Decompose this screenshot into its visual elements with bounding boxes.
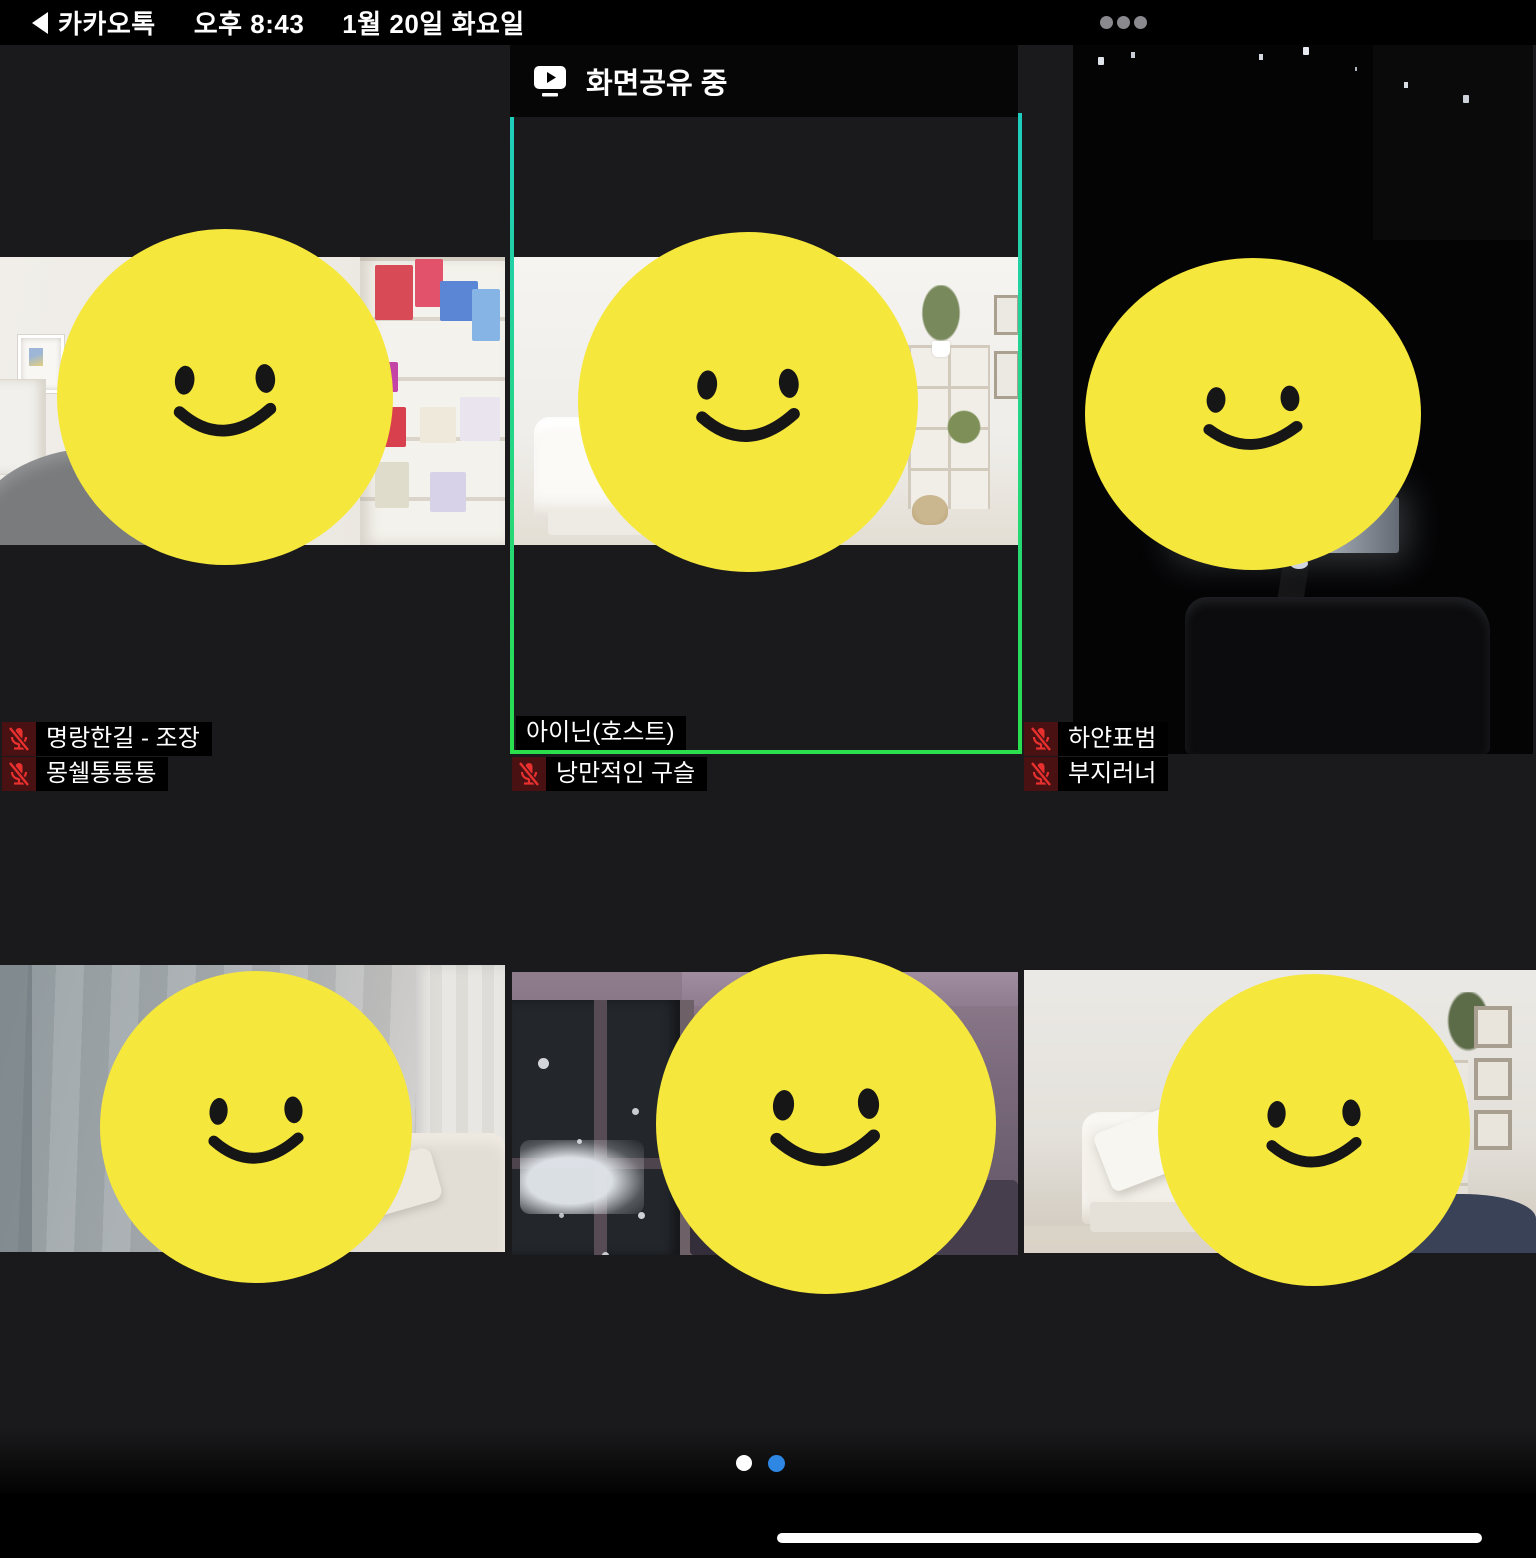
smiley-face-sticker	[656, 954, 996, 1294]
dot	[1100, 16, 1113, 29]
back-to-app-breadcrumb[interactable]: 카카오톡	[32, 4, 156, 41]
smiley-face-sticker	[1085, 258, 1421, 570]
page-dot-inactive[interactable]	[736, 1455, 752, 1471]
page-indicator[interactable]	[736, 1450, 796, 1476]
page-dot-active[interactable]	[768, 1455, 785, 1472]
mic-muted-icon	[2, 722, 36, 756]
video-call-gallery-screen: 카카오톡 오후 8:43 1월 20일 화요일	[0, 0, 1536, 1558]
decor-plant	[944, 407, 984, 447]
screen-share-banner[interactable]: 화면공유 중	[510, 45, 1018, 117]
decor-wall-shadow	[0, 965, 32, 1252]
mic-muted-icon	[2, 757, 36, 791]
decor-wall-frames	[994, 295, 1018, 413]
decor-car-silhouette	[1185, 597, 1490, 754]
status-bar: 카카오톡 오후 8:43 1월 20일 화요일	[0, 0, 1536, 45]
participant-name: 부지러너	[1058, 757, 1168, 791]
mic-muted-icon	[1024, 757, 1058, 791]
participant-label: 몽쉘통통통	[2, 757, 168, 791]
participant-label: 명랑한길 - 조장	[2, 722, 212, 756]
decor-window-lights	[1098, 57, 1104, 65]
participant-name: 하얀표범	[1058, 722, 1168, 756]
decor-snowflake-decals	[538, 1058, 549, 1069]
participant-name: 낭만적인 구슬	[546, 757, 707, 791]
smiley-face-sticker	[100, 971, 412, 1283]
decor-window-mullion	[594, 1000, 607, 1255]
back-arrow-icon	[32, 12, 48, 34]
decor-plant-pot	[932, 341, 950, 357]
dot	[1117, 16, 1130, 29]
participant-label: 부지러너	[1024, 757, 1168, 791]
participant-name: 명랑한길 - 조장	[36, 722, 212, 756]
decor-plant	[918, 285, 964, 347]
screen-share-label: 화면공유 중	[586, 60, 727, 102]
decor-wall-frames	[1470, 1006, 1516, 1156]
smiley-face-sticker	[1158, 974, 1470, 1286]
multitask-indicator-icon[interactable]	[1100, 16, 1147, 29]
decor-lit-reflection	[520, 1140, 644, 1214]
status-date: 1월 20일 화요일	[342, 4, 524, 41]
smiley-face-sticker	[57, 229, 393, 565]
back-app-name: 카카오톡	[58, 4, 156, 41]
status-time: 오후 8:43	[194, 4, 305, 41]
participant-name: 몽쉘통통통	[36, 757, 168, 791]
participant-label: 하얀표범	[1024, 722, 1168, 756]
participant-label-host: 아이닌(호스트)	[516, 716, 686, 750]
dot	[1134, 16, 1147, 29]
screen-share-icon	[532, 65, 568, 97]
home-indicator[interactable]	[777, 1533, 1482, 1543]
mic-muted-icon	[512, 757, 546, 791]
bottom-bar	[0, 1494, 1536, 1558]
decor-building-silhouette	[1373, 45, 1533, 240]
participant-name: 아이닌(호스트)	[516, 716, 686, 750]
participant-label: 낭만적인 구슬	[512, 757, 707, 791]
mic-muted-icon	[1024, 722, 1058, 756]
smiley-face-sticker	[578, 232, 918, 572]
